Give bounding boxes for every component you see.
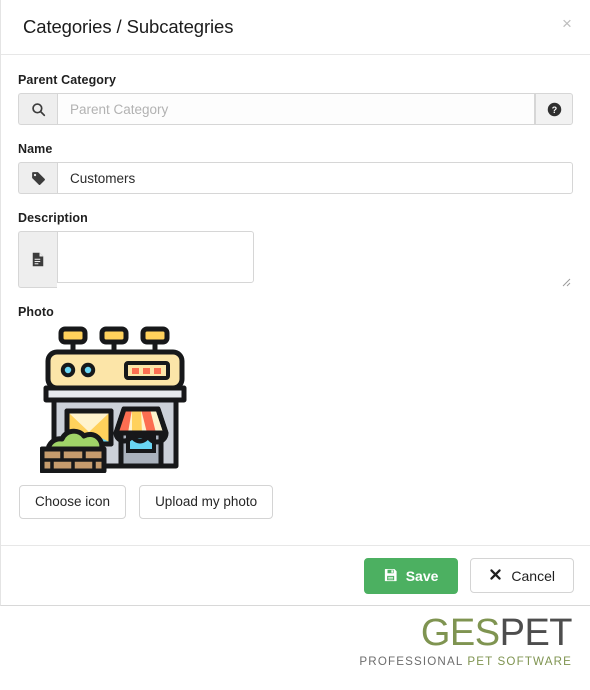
close-icon[interactable]: × xyxy=(554,10,580,36)
name-input[interactable] xyxy=(57,162,573,194)
description-field-group: Description xyxy=(18,211,573,288)
cancel-button-label: Cancel xyxy=(511,567,555,584)
brand-wordmark: GESPET xyxy=(359,612,573,654)
description-textarea[interactable] xyxy=(57,231,254,283)
name-input-group xyxy=(18,162,573,194)
brand-tagline-professional: PROFESSIONAL xyxy=(359,655,463,668)
modal-footer: Save Cancel xyxy=(1,545,590,605)
modal-header: Categories / Subcategries × xyxy=(1,0,590,55)
parent-category-input[interactable] xyxy=(57,93,535,125)
photo-preview xyxy=(18,325,573,475)
choose-icon-button[interactable]: Choose icon xyxy=(19,485,127,520)
save-button-label: Save xyxy=(405,567,439,584)
description-input-group xyxy=(18,231,573,288)
brand-tagline-pet-software: PET SOFTWARE xyxy=(467,655,572,668)
description-label: Description xyxy=(18,211,88,225)
upload-my-photo-button[interactable]: Upload my photo xyxy=(139,485,274,520)
photo-field-group: Photo Choose icon Upload my photo xyxy=(18,305,573,542)
parent-category-label: Parent Category xyxy=(18,73,117,87)
save-button[interactable]: Save xyxy=(363,557,459,594)
page-title: Categories / Subcategries xyxy=(23,16,234,37)
storefront-shop-illustration xyxy=(40,326,187,473)
brand-tagline: PROFESSIONAL PET SOFTWARE xyxy=(359,656,572,668)
name-field-group: Name xyxy=(18,142,573,194)
close-x-icon xyxy=(489,568,502,583)
tag-icon xyxy=(18,162,57,194)
help-circle-icon[interactable]: ? xyxy=(535,93,573,125)
resize-grip-icon[interactable] xyxy=(559,274,571,287)
search-icon xyxy=(18,93,57,125)
parent-category-field-group: Parent Category ? xyxy=(18,73,573,125)
brand-word-pet: PET xyxy=(499,612,573,654)
name-label: Name xyxy=(18,142,53,156)
brand-word-ges: GES xyxy=(420,612,500,654)
modal-body: Parent Category ? Name xyxy=(1,55,590,542)
svg-text:?: ? xyxy=(551,104,556,114)
photo-buttons: Choose icon Upload my photo xyxy=(18,485,573,542)
cancel-button[interactable]: Cancel xyxy=(470,558,574,593)
floppy-disk-save-icon xyxy=(384,568,398,584)
photo-label: Photo xyxy=(18,305,54,319)
category-modal: Categories / Subcategries × Parent Categ… xyxy=(0,0,590,606)
gespet-logo: GESPET PROFESSIONAL PET SOFTWARE xyxy=(359,614,572,668)
description-textarea-wrapper xyxy=(57,231,573,288)
document-icon xyxy=(18,231,57,288)
parent-category-input-group: ? xyxy=(18,93,573,125)
